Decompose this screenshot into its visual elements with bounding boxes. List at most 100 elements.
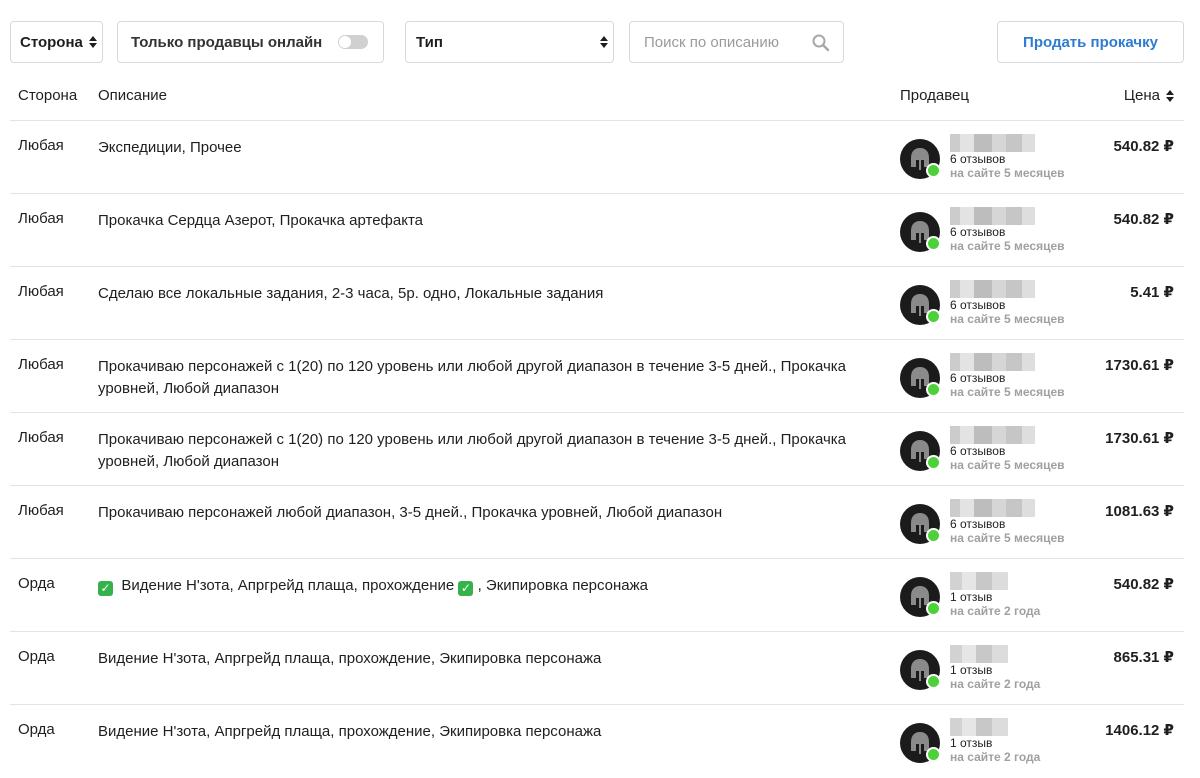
toggle-switch[interactable] bbox=[338, 35, 368, 49]
table-row[interactable]: Любая Прокачка Сердца Азерот, Прокачка а… bbox=[10, 194, 1184, 267]
online-status-dot bbox=[926, 163, 941, 178]
check-emoji-icon: ✓ bbox=[458, 581, 474, 596]
offers-table-body: Любая Экспедиции, Прочее 6 отзывов на са… bbox=[10, 121, 1184, 778]
row-price: 1081.63 ₽ bbox=[1105, 503, 1174, 520]
row-price: 5.41 ₽ bbox=[1130, 284, 1174, 301]
online-status-dot bbox=[926, 309, 941, 324]
row-side: Орда bbox=[18, 721, 55, 738]
seller-name-pixelated bbox=[950, 353, 1035, 371]
row-side: Любая bbox=[18, 137, 64, 154]
seller-on-site: на сайте 2 года bbox=[950, 677, 1041, 691]
row-price: 540.82 ₽ bbox=[1113, 576, 1174, 593]
column-header-description: Описание bbox=[98, 87, 168, 104]
table-row[interactable]: Любая Прокачиваю персонажей с 1(20) по 1… bbox=[10, 413, 1184, 486]
select-arrows-icon bbox=[89, 36, 97, 48]
table-row[interactable]: Орда Видение Н'зота, Апргрейд плаща, про… bbox=[10, 632, 1184, 705]
row-side: Любая bbox=[18, 502, 64, 519]
sell-boost-label: Продать прокачку bbox=[1023, 33, 1158, 51]
online-status-dot bbox=[926, 455, 941, 470]
column-header-side: Сторона bbox=[18, 87, 78, 104]
online-status-dot bbox=[926, 674, 941, 689]
row-side: Орда bbox=[18, 575, 55, 592]
seller-reviews: 1 отзыв bbox=[950, 736, 993, 750]
row-side: Орда bbox=[18, 648, 55, 665]
online-only-label: Только продавцы онлайн bbox=[131, 33, 323, 51]
table-row[interactable]: Любая Прокачиваю персонажей любой диапаз… bbox=[10, 486, 1184, 559]
seller-on-site: на сайте 2 года bbox=[950, 750, 1041, 764]
seller-info[interactable]: 1 отзыв на сайте 2 года bbox=[900, 644, 1120, 694]
seller-info[interactable]: 6 отзывов на сайте 5 месяцев bbox=[900, 498, 1120, 548]
row-description: Видение Н'зота, Апргрейд плаща, прохожде… bbox=[98, 723, 602, 740]
seller-on-site: на сайте 5 месяцев bbox=[950, 458, 1065, 472]
seller-name-pixelated bbox=[950, 426, 1035, 444]
select-arrows-icon bbox=[600, 36, 608, 48]
type-select-label: Тип bbox=[416, 33, 443, 51]
row-price: 1730.61 ₽ bbox=[1105, 357, 1174, 374]
sell-boost-button[interactable]: Продать прокачку bbox=[997, 21, 1184, 63]
row-side: Любая bbox=[18, 210, 64, 227]
seller-reviews: 1 отзыв bbox=[950, 590, 993, 604]
row-side: Любая bbox=[18, 356, 64, 373]
seller-info[interactable]: 1 отзыв на сайте 2 года bbox=[900, 571, 1120, 621]
seller-on-site: на сайте 5 месяцев bbox=[950, 166, 1065, 180]
row-price: 540.82 ₽ bbox=[1113, 211, 1174, 228]
filter-bar: Сторона Только продавцы онлайн Тип Прода… bbox=[10, 21, 1184, 63]
search-input[interactable] bbox=[644, 33, 804, 51]
row-price: 1730.61 ₽ bbox=[1105, 430, 1174, 447]
row-price: 540.82 ₽ bbox=[1113, 138, 1174, 155]
table-row[interactable]: Любая Прокачиваю персонажей с 1(20) по 1… bbox=[10, 340, 1184, 413]
seller-name-pixelated bbox=[950, 645, 1008, 663]
seller-on-site: на сайте 2 года bbox=[950, 604, 1041, 618]
row-description: Прокачиваю персонажей с 1(20) по 120 уро… bbox=[98, 431, 847, 470]
table-row[interactable]: Любая Экспедиции, Прочее 6 отзывов на са… bbox=[10, 121, 1184, 194]
seller-name-pixelated bbox=[950, 718, 1008, 736]
type-select[interactable]: Тип bbox=[405, 21, 614, 63]
seller-info[interactable]: 6 отзывов на сайте 5 месяцев bbox=[900, 279, 1120, 329]
table-row[interactable]: Орда Видение Н'зота, Апргрейд плаща, про… bbox=[10, 705, 1184, 778]
table-row[interactable]: Орда ✓ Видение Н'зота, Апргрейд плаща, п… bbox=[10, 559, 1184, 632]
seller-on-site: на сайте 5 месяцев bbox=[950, 385, 1065, 399]
online-status-dot bbox=[926, 528, 941, 543]
seller-reviews: 6 отзывов bbox=[950, 371, 1006, 385]
row-description: Видение Н'зота, Апргрейд плаща, прохожде… bbox=[98, 650, 602, 667]
row-price: 865.31 ₽ bbox=[1113, 649, 1174, 666]
row-description: Сделаю все локальные задания, 2-3 часа, … bbox=[98, 285, 604, 302]
seller-name-pixelated bbox=[950, 280, 1035, 298]
sort-arrows-icon[interactable] bbox=[1166, 90, 1174, 102]
online-only-toggle[interactable]: Только продавцы онлайн bbox=[117, 21, 384, 63]
row-description: Прокачиваю персонажей с 1(20) по 120 уро… bbox=[98, 358, 847, 397]
seller-info[interactable]: 6 отзывов на сайте 5 месяцев bbox=[900, 206, 1120, 256]
seller-info[interactable]: 6 отзывов на сайте 5 месяцев bbox=[900, 352, 1120, 402]
seller-reviews: 6 отзывов bbox=[950, 225, 1006, 239]
row-description-part2: , Экипировка персонажа bbox=[477, 577, 649, 594]
row-description: Экспедиции, Прочее bbox=[98, 139, 242, 156]
seller-reviews: 6 отзывов bbox=[950, 444, 1006, 458]
row-description: Прокачка Сердца Азерот, Прокачка артефак… bbox=[98, 212, 424, 229]
side-select[interactable]: Сторона bbox=[10, 21, 103, 63]
seller-reviews: 6 отзывов bbox=[950, 152, 1006, 166]
seller-info[interactable]: 6 отзывов на сайте 5 месяцев bbox=[900, 133, 1120, 183]
seller-on-site: на сайте 5 месяцев bbox=[950, 312, 1065, 326]
row-price: 1406.12 ₽ bbox=[1105, 722, 1174, 739]
row-description: Прокачиваю персонажей любой диапазон, 3-… bbox=[98, 504, 723, 521]
side-select-label: Сторона bbox=[20, 33, 83, 51]
seller-name-pixelated bbox=[950, 499, 1035, 517]
seller-reviews: 6 отзывов bbox=[950, 517, 1006, 531]
seller-info[interactable]: 1 отзыв на сайте 2 года bbox=[900, 717, 1120, 767]
row-description-part1: Видение Н'зота, Апргрейд плаща, прохожде… bbox=[121, 577, 455, 594]
seller-reviews: 6 отзывов bbox=[950, 298, 1006, 312]
online-status-dot bbox=[926, 382, 941, 397]
online-status-dot bbox=[926, 601, 941, 616]
row-description: ✓ Видение Н'зота, Апргрейд плаща, прохож… bbox=[98, 575, 888, 597]
seller-name-pixelated bbox=[950, 572, 1008, 590]
search-icon[interactable] bbox=[811, 33, 831, 53]
seller-reviews: 1 отзыв bbox=[950, 663, 993, 677]
seller-name-pixelated bbox=[950, 134, 1035, 152]
search-box bbox=[629, 21, 844, 63]
seller-info[interactable]: 6 отзывов на сайте 5 месяцев bbox=[900, 425, 1120, 475]
seller-name-pixelated bbox=[950, 207, 1035, 225]
online-status-dot bbox=[926, 236, 941, 251]
table-row[interactable]: Любая Сделаю все локальные задания, 2-3 … bbox=[10, 267, 1184, 340]
check-emoji-icon: ✓ bbox=[98, 581, 113, 596]
seller-on-site: на сайте 5 месяцев bbox=[950, 531, 1065, 545]
